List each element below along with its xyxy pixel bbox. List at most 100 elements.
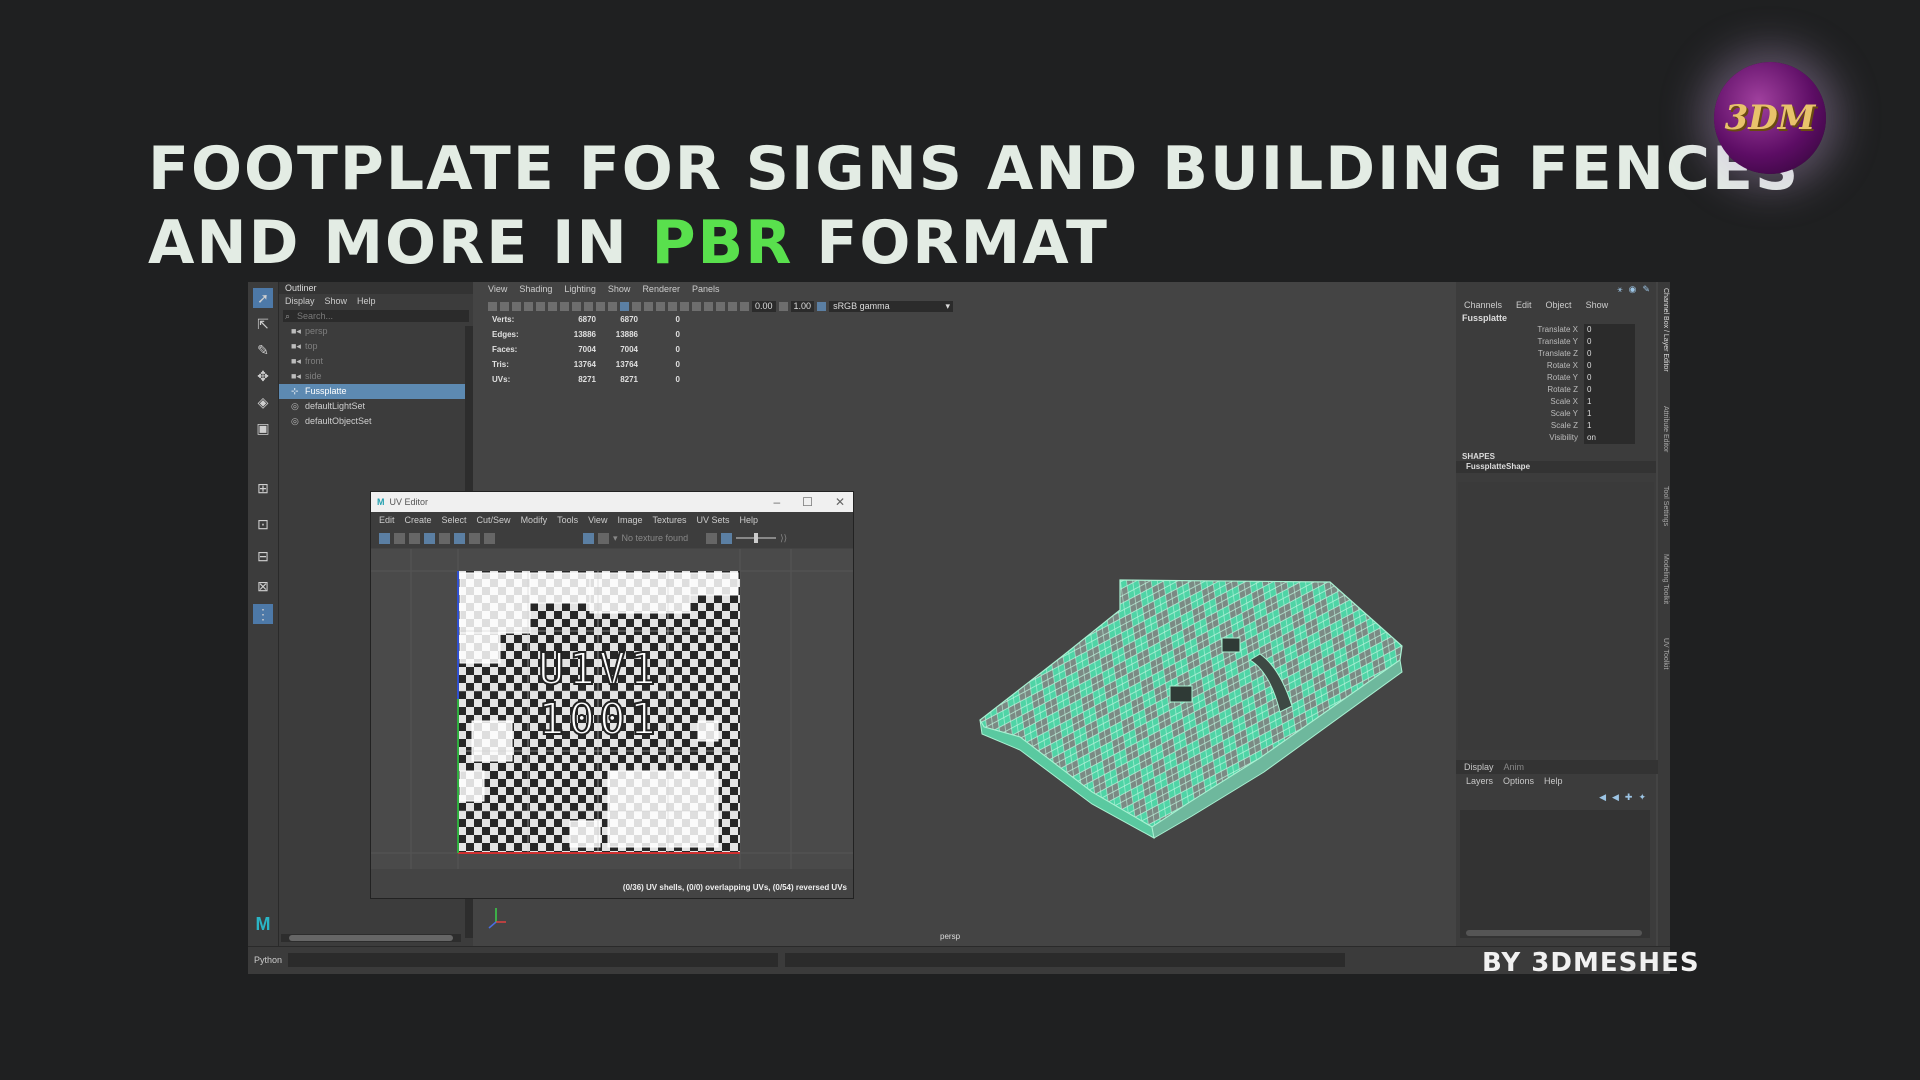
gamma-icon[interactable]: [721, 532, 733, 544]
select-tool-icon[interactable]: ➚: [253, 288, 273, 308]
four-pane-icon[interactable]: ⊡: [253, 514, 273, 534]
channel-menu-channels[interactable]: Channels: [1464, 298, 1502, 312]
uv-isolate-icon[interactable]: [439, 532, 450, 544]
uv-snap-icon[interactable]: [409, 532, 420, 544]
fussplatte-mesh[interactable]: [979, 579, 1403, 839]
attr-value[interactable]: 0: [1584, 336, 1635, 348]
uv-snapshot-icon[interactable]: [484, 532, 495, 544]
lasso-tool-icon[interactable]: ⇱: [253, 314, 273, 334]
dim-image-icon[interactable]: [598, 532, 609, 544]
move-tool-icon[interactable]: ✥: [253, 366, 273, 386]
shape-node-name[interactable]: FussplatteShape: [1456, 461, 1656, 473]
layout-icon[interactable]: ⊟: [253, 546, 273, 566]
rotate-tool-icon[interactable]: ◈: [253, 392, 273, 412]
outliner-menu-display[interactable]: Display: [285, 294, 315, 308]
attr-row-translate-x[interactable]: Translate X 0: [1456, 324, 1656, 336]
uv-menu-uv-sets[interactable]: UV Sets: [696, 512, 729, 528]
channel-menu-edit[interactable]: Edit: [1516, 298, 1532, 312]
uv-shell-icon[interactable]: [394, 532, 405, 544]
channel-menu-show[interactable]: Show: [1586, 298, 1609, 312]
uv-distortion-icon[interactable]: [469, 532, 480, 544]
uv-menu-textures[interactable]: Textures: [652, 512, 686, 528]
uv-menu-cut-sew[interactable]: Cut/Sew: [477, 512, 511, 528]
tab-modeling-toolkit[interactable]: Modeling Toolkit: [1659, 554, 1669, 604]
attr-row-translate-y[interactable]: Translate Y 0: [1456, 336, 1656, 348]
uv-menu-edit[interactable]: Edit: [379, 512, 395, 528]
outliner-item-fussplatte[interactable]: ⊹ Fussplatte: [279, 384, 473, 399]
attr-row-rotate-x[interactable]: Rotate X 0: [1456, 360, 1656, 372]
outliner-layout-icon[interactable]: ⊠: [253, 576, 273, 596]
layer-menu-layers[interactable]: Layers: [1466, 774, 1493, 788]
uv-menu-modify[interactable]: Modify: [521, 512, 548, 528]
attr-value[interactable]: 1: [1584, 420, 1635, 432]
outliner-menu-show[interactable]: Show: [325, 294, 348, 308]
tab-channel-box-layer-editor[interactable]: Channel Box / Layer Editor: [1659, 288, 1669, 372]
uv-checker-icon[interactable]: [454, 532, 465, 544]
edit-icon[interactable]: ✎: [1642, 284, 1650, 295]
outliner-item-top[interactable]: ■◂ top: [279, 339, 473, 354]
exposure-slider-handle[interactable]: [754, 533, 759, 543]
paint-select-icon[interactable]: ✎: [253, 340, 273, 360]
layer-menu-help[interactable]: Help: [1544, 774, 1563, 788]
uv-layout-icon[interactable]: ⋮: [253, 604, 273, 624]
outliner-item-persp[interactable]: ■◂ persp: [279, 324, 473, 339]
minimize-icon[interactable]: –: [773, 495, 780, 509]
display-image-icon[interactable]: [583, 532, 594, 544]
uv-frame-icon[interactable]: [424, 532, 435, 544]
exposure-slider[interactable]: [736, 533, 777, 543]
attr-value[interactable]: 0: [1584, 360, 1635, 372]
scale-tool-icon[interactable]: ▣: [253, 418, 273, 438]
uv-editor-titlebar[interactable]: M UV Editor – ☐ ✕: [371, 492, 853, 512]
transform-icon[interactable]: ⚹: [1617, 284, 1622, 295]
uv-menu-image[interactable]: Image: [617, 512, 642, 528]
expand-toolbar-icon[interactable]: ⟩⟩: [780, 533, 787, 544]
uv-menu-tools[interactable]: Tools: [557, 512, 578, 528]
attr-value[interactable]: 1: [1584, 396, 1635, 408]
outliner-horizontal-scrollbar[interactable]: [281, 934, 461, 942]
attr-value[interactable]: on: [1584, 432, 1635, 444]
outliner-item-front[interactable]: ■◂ front: [279, 354, 473, 369]
close-icon[interactable]: ✕: [835, 495, 845, 509]
tab-attribute-editor[interactable]: Attribute Editor: [1659, 406, 1669, 452]
attr-row-scale-z[interactable]: Scale Z 1: [1456, 420, 1656, 432]
single-pane-icon[interactable]: ⊞: [253, 478, 273, 498]
tab-tool-settings[interactable]: Tool Settings: [1659, 486, 1669, 526]
command-input[interactable]: [288, 953, 778, 967]
attr-value[interactable]: 1: [1584, 408, 1635, 420]
outliner-item-defaultobjectset[interactable]: ◎ defaultObjectSet: [279, 414, 473, 429]
tab-anim[interactable]: Anim: [1504, 760, 1525, 774]
new-layer-icon[interactable]: ✚: [1625, 792, 1633, 803]
attr-value[interactable]: 0: [1584, 372, 1635, 384]
attr-row-scale-x[interactable]: Scale X 1: [1456, 396, 1656, 408]
help-icon[interactable]: ◉: [1629, 284, 1637, 295]
uv-menu-view[interactable]: View: [588, 512, 607, 528]
attr-value[interactable]: 0: [1584, 348, 1635, 360]
uv-menu-select[interactable]: Select: [442, 512, 467, 528]
attr-row-translate-z[interactable]: Translate Z 0: [1456, 348, 1656, 360]
attr-row-visibility[interactable]: Visibility on: [1456, 432, 1656, 444]
attr-value[interactable]: 0: [1584, 324, 1635, 336]
script-language-toggle[interactable]: Python: [254, 955, 282, 965]
exposure-icon[interactable]: [706, 532, 718, 544]
attr-value[interactable]: 0: [1584, 384, 1635, 396]
attr-row-scale-y[interactable]: Scale Y 1: [1456, 408, 1656, 420]
tab-display[interactable]: Display: [1464, 760, 1494, 774]
outliner-item-side[interactable]: ■◂ side: [279, 369, 473, 384]
outliner-search-input[interactable]: ⌕ Search...: [283, 310, 469, 322]
maximize-icon[interactable]: ☐: [802, 495, 813, 509]
uv-menu-help[interactable]: Help: [740, 512, 759, 528]
uv-editor-window[interactable]: M UV Editor – ☐ ✕ Edit Create Select Cut…: [370, 491, 854, 899]
outliner-item-defaultlightset[interactable]: ◎ defaultLightSet: [279, 399, 473, 414]
uv-canvas[interactable]: U1V1 1001: [371, 549, 853, 869]
uv-menu-create[interactable]: Create: [405, 512, 432, 528]
move-layer-down-icon[interactable]: ◀: [1612, 792, 1619, 803]
attr-row-rotate-z[interactable]: Rotate Z 0: [1456, 384, 1656, 396]
channel-menu-object[interactable]: Object: [1546, 298, 1572, 312]
uv-grid-icon[interactable]: [379, 532, 390, 544]
layer-menu-options[interactable]: Options: [1503, 774, 1534, 788]
layer-list-scrollbar[interactable]: [1466, 930, 1642, 936]
new-layer-selected-icon[interactable]: ✦: [1638, 792, 1646, 803]
attr-row-rotate-y[interactable]: Rotate Y 0: [1456, 372, 1656, 384]
outliner-menu-help[interactable]: Help: [357, 294, 376, 308]
tab-uv-toolkit[interactable]: UV Toolkit: [1659, 638, 1669, 669]
